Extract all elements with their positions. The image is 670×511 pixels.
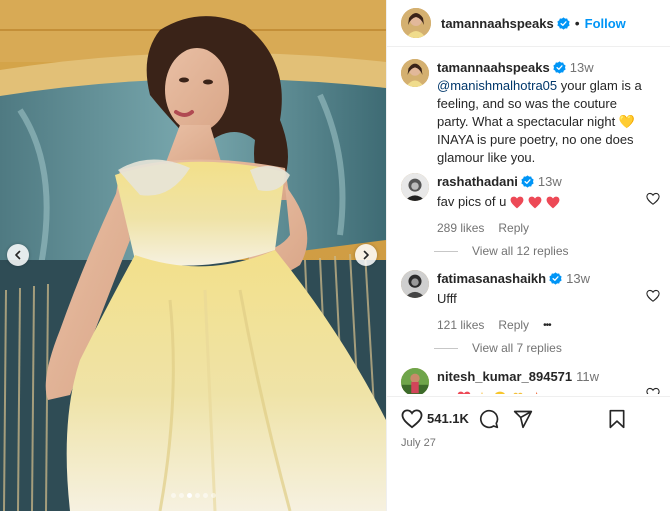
carousel-dot [178, 493, 184, 498]
comment-time: 11w [576, 369, 600, 384]
comment-likes[interactable]: 289 likes [437, 221, 484, 235]
chevron-right-icon [363, 250, 369, 260]
more-options-button[interactable]: ••• [543, 320, 551, 331]
next-slide-button[interactable] [355, 244, 377, 266]
heart-icon [401, 408, 423, 428]
bouquet-emoji-icon [513, 392, 523, 394]
commenter-username[interactable]: nitesh_kumar_894571 [437, 369, 572, 384]
comment-time: 13w [566, 271, 590, 286]
caption: tamannaahspeaks 13w @manishmalhotra05 you… [401, 59, 663, 167]
post-sidebar: tamannaahspeaks • Follow tamannaahspeaks… [386, 0, 670, 511]
like-comment-heart-icon[interactable] [646, 289, 660, 303]
carousel-indicator [0, 493, 386, 498]
like-comment-heart-icon[interactable] [646, 192, 660, 206]
photo-image [0, 0, 386, 511]
like-comment-heart-icon[interactable] [646, 387, 660, 394]
commenter-username[interactable]: rashathadani [437, 174, 518, 189]
red-heart-emoji-icon [510, 196, 524, 209]
replies-divider [434, 347, 458, 349]
instagram-post: tamannaahspeaks • Follow tamannaahspeaks… [0, 0, 670, 511]
avatar-image [401, 173, 429, 201]
comment-text: • [437, 389, 442, 394]
comment-text: fav pics of u [437, 194, 510, 209]
bookmark-icon [609, 409, 625, 428]
comment-item: fatimasanashaikh 13w Ufff 121 likes Reply… [401, 270, 663, 332]
verified-badge-icon [549, 272, 562, 285]
caption-time: 13w [569, 60, 594, 75]
view-replies-button[interactable]: View all 12 replies [434, 244, 569, 258]
comment-item: rashathadani 13w fav pics of u 289 likes … [401, 173, 663, 235]
carousel-dot [202, 493, 208, 498]
comment-likes[interactable]: 121 likes [437, 318, 484, 332]
heart-eyes-emoji-icon [494, 391, 506, 394]
commenter-avatar[interactable] [401, 368, 429, 394]
paper-plane-icon [513, 410, 533, 428]
carousel-dot [186, 493, 192, 498]
comment-time: 13w [537, 174, 562, 189]
author-avatar[interactable] [401, 8, 431, 38]
commenter-avatar[interactable] [401, 173, 429, 201]
view-replies-label: View all 7 replies [472, 341, 562, 355]
avatar-image [401, 270, 429, 298]
comment-text: Ufff [437, 291, 457, 306]
action-bar: 541.1K [387, 396, 670, 440]
comment-item: nitesh_kumar_894571 11w • [401, 368, 663, 394]
verified-badge-icon [553, 61, 566, 74]
like-count[interactable]: 541.1K [427, 411, 469, 426]
reply-button[interactable]: Reply [498, 221, 529, 235]
red-heart-emoji-icon [546, 196, 560, 209]
mention-link[interactable]: @manishmalhotra05 [437, 78, 557, 93]
verified-badge-icon [557, 16, 570, 30]
like-button[interactable] [401, 408, 423, 429]
post-date: July 27 [401, 437, 436, 449]
commenter-username[interactable]: fatimasanashaikh [437, 271, 546, 286]
reply-button[interactable]: Reply [498, 318, 529, 332]
follow-button[interactable]: Follow [585, 16, 626, 31]
replies-divider [434, 250, 458, 252]
commenter-avatar[interactable] [401, 270, 429, 298]
share-button[interactable] [513, 409, 533, 429]
previous-slide-button[interactable] [7, 244, 29, 266]
carousel-dot [170, 493, 176, 498]
avatar-image [401, 8, 431, 38]
post-header: tamannaahspeaks • Follow [387, 0, 670, 47]
caption-username[interactable]: tamannaahspeaks [437, 60, 550, 75]
avatar-image [401, 59, 429, 87]
sparkle-emoji-icon [481, 391, 483, 394]
avatar-image [401, 368, 429, 394]
red-heart-emoji-icon [528, 196, 542, 209]
author-username[interactable]: tamannaahspeaks [441, 16, 554, 31]
carousel-dot [210, 493, 216, 498]
view-replies-label: View all 12 replies [472, 244, 569, 258]
caption-avatar[interactable] [401, 59, 429, 87]
save-button[interactable] [608, 409, 626, 429]
verified-badge-icon [521, 175, 534, 188]
carousel-dot [194, 493, 200, 498]
fire-emoji-icon [536, 391, 538, 394]
header-separator: • [574, 15, 580, 31]
chevron-left-icon [15, 250, 21, 260]
red-heart-emoji-icon [457, 391, 471, 394]
comment-bubble-icon [479, 409, 499, 428]
post-photo[interactable] [0, 0, 386, 511]
view-replies-button[interactable]: View all 7 replies [434, 341, 562, 355]
comment-button[interactable] [479, 409, 499, 429]
comments-list[interactable]: tamannaahspeaks 13w @manishmalhotra05 you… [387, 48, 670, 394]
